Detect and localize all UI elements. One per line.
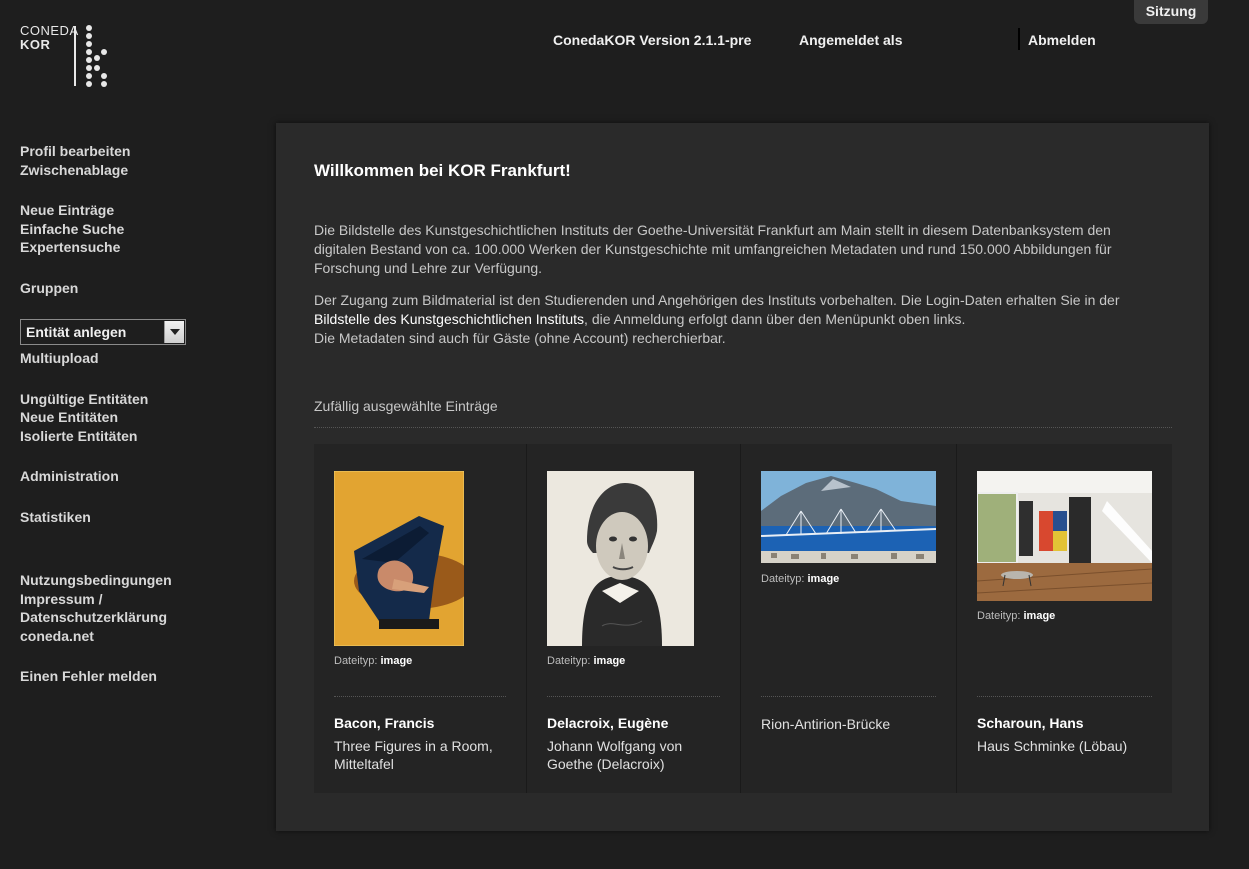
entry-card-rion-antirion[interactable]: Dateityp: image Rion-Antirion-Brücke xyxy=(740,444,956,793)
sidebar-group-create: Entität anlegen Multiupload xyxy=(20,319,220,368)
random-entries-heading: Zufällig ausgewählte Einträge xyxy=(314,398,498,414)
sidebar-group-statistics: Statistiken xyxy=(20,508,220,527)
sidebar-item-invalid-entities[interactable]: Ungültige Entitäten xyxy=(20,390,220,409)
entry-divider xyxy=(547,696,720,697)
sidebar-group-groups: Gruppen xyxy=(20,279,220,298)
entry-title[interactable]: Rion-Antirion-Brücke xyxy=(761,715,936,733)
sidebar-item-new-entries[interactable]: Neue Einträge xyxy=(20,201,220,220)
session-tab[interactable]: Sitzung xyxy=(1134,0,1208,24)
create-entity-select[interactable]: Entität anlegen xyxy=(20,319,186,345)
sidebar-item-edit-profile[interactable]: Profil bearbeiten xyxy=(20,142,220,161)
entry-filetype-label: Dateityp: xyxy=(547,655,591,667)
intro-paragraph-2-end: , die Anmeldung erfolgt dann über den Me… xyxy=(584,311,966,327)
intro-paragraph-2: Der Zugang zum Bildmaterial ist den Stud… xyxy=(314,291,1144,348)
entry-divider xyxy=(761,696,936,697)
bildstelle-link[interactable]: Bildstelle des Kunstgeschichtlichen Inst… xyxy=(314,311,584,327)
sidebar-item-terms[interactable]: Nutzungsbedingungen xyxy=(20,571,220,590)
chevron-down-icon[interactable] xyxy=(164,321,184,343)
sidebar-item-isolated-entities[interactable]: Isolierte Entitäten xyxy=(20,427,220,446)
intro-paragraph-1: Die Bildstelle des Kunstgeschichtlichen … xyxy=(314,222,1112,276)
sidebar-group-search: Neue Einträge Einfache Suche Expertensuc… xyxy=(20,201,220,257)
intro-paragraph-2-start: Der Zugang zum Bildmaterial ist den Stud… xyxy=(314,292,1120,308)
entry-artist[interactable]: Bacon, Francis xyxy=(334,715,434,731)
entry-filetype: Dateityp: image xyxy=(977,610,1055,622)
sidebar-item-clipboard[interactable]: Zwischenablage xyxy=(20,161,220,180)
sidebar-group-legal: Nutzungsbedingungen Impressum / Datensch… xyxy=(20,571,220,645)
entry-card-bacon[interactable]: Dateityp: image Bacon, Francis Three Fig… xyxy=(314,444,526,793)
intro-paragraph-3: Die Metadaten sind auch für Gäste (ohne … xyxy=(314,330,726,346)
sidebar-group-profile: Profil bearbeiten Zwischenablage xyxy=(20,142,220,179)
entry-artist[interactable]: Delacroix, Eugène xyxy=(547,715,668,731)
sidebar-group-admin: Administration xyxy=(20,467,220,486)
entry-filetype-label: Dateityp: xyxy=(761,573,805,585)
entry-title[interactable]: Johann Wolfgang von Goethe (Delacroix) xyxy=(547,737,722,773)
entry-title[interactable]: Three Figures in a Room, Mitteltafel xyxy=(334,737,509,773)
entry-filetype-value: image xyxy=(1023,610,1056,622)
intro-text: Die Bildstelle des Kunstgeschichtlichen … xyxy=(314,221,1144,361)
entry-divider xyxy=(977,696,1152,697)
sidebar-item-expert-search[interactable]: Expertensuche xyxy=(20,238,220,257)
entry-thumbnail-bacon[interactable] xyxy=(334,471,464,646)
sidebar-item-administration[interactable]: Administration xyxy=(20,467,220,486)
entry-filetype-label: Dateityp: xyxy=(334,655,378,667)
coneda-kor-logo[interactable]: CONEDA KOR xyxy=(20,24,120,88)
random-entries-list: Dateityp: image Bacon, Francis Three Fig… xyxy=(314,444,1172,793)
create-entity-select-value: Entität anlegen xyxy=(26,324,127,340)
entry-filetype: Dateityp: image xyxy=(547,655,625,667)
entry-filetype-value: image xyxy=(380,655,413,667)
logo-wordmark: CONEDA KOR xyxy=(20,24,79,52)
sidebar-group-bugreport: Einen Fehler melden xyxy=(20,667,220,686)
welcome-panel: Willkommen bei KOR Frankfurt! Die Bildst… xyxy=(276,123,1209,831)
sidebar-item-statistics[interactable]: Statistiken xyxy=(20,508,220,527)
sidebar-item-simple-search[interactable]: Einfache Suche xyxy=(20,220,220,239)
sidebar-group-entities: Ungültige Entitäten Neue Entitäten Isoli… xyxy=(20,390,220,446)
sidebar: Profil bearbeiten Zwischenablage Neue Ei… xyxy=(20,142,220,708)
version-link[interactable]: ConedaKOR Version 2.1.1-pre xyxy=(553,32,751,48)
logo-line1: CONEDA xyxy=(20,23,79,38)
sidebar-item-groups[interactable]: Gruppen xyxy=(20,279,220,298)
entry-divider xyxy=(334,696,506,697)
entry-filetype-value: image xyxy=(807,573,840,585)
entry-thumbnail-delacroix[interactable] xyxy=(547,471,694,646)
sidebar-item-report-bug[interactable]: Einen Fehler melden xyxy=(20,667,220,686)
entry-thumbnail-rion-antirion[interactable] xyxy=(761,471,936,563)
page-title: Willkommen bei KOR Frankfurt! xyxy=(314,161,571,180)
sidebar-item-imprint[interactable]: Impressum / xyxy=(20,590,220,609)
sidebar-item-new-entities[interactable]: Neue Entitäten xyxy=(20,408,220,427)
logout-link[interactable]: Abmelden xyxy=(1028,32,1096,48)
logo-k-icon xyxy=(86,25,107,87)
logo-line2: KOR xyxy=(20,37,51,52)
random-entries-divider xyxy=(314,427,1172,428)
entry-filetype-label: Dateityp: xyxy=(977,610,1021,622)
entry-artist[interactable]: Scharoun, Hans xyxy=(977,715,1084,731)
entry-card-delacroix[interactable]: Dateityp: image Delacroix, Eugène Johann… xyxy=(526,444,740,793)
sidebar-item-privacy[interactable]: Datenschutzerklärung xyxy=(20,608,220,627)
entry-filetype: Dateityp: image xyxy=(334,655,412,667)
header-separator xyxy=(1018,28,1020,50)
entry-filetype-value: image xyxy=(593,655,626,667)
logged-in-as-label: Angemeldet als xyxy=(799,32,903,48)
entry-card-scharoun[interactable]: Dateityp: image Scharoun, Hans Haus Schm… xyxy=(956,444,1172,793)
sidebar-item-coneda-net[interactable]: coneda.net xyxy=(20,627,220,646)
entry-filetype: Dateityp: image xyxy=(761,573,839,585)
sidebar-item-multiupload[interactable]: Multiupload xyxy=(20,349,220,368)
entry-title[interactable]: Haus Schminke (Löbau) xyxy=(977,737,1152,755)
entry-thumbnail-scharoun[interactable] xyxy=(977,471,1152,601)
logo-divider xyxy=(74,26,76,86)
